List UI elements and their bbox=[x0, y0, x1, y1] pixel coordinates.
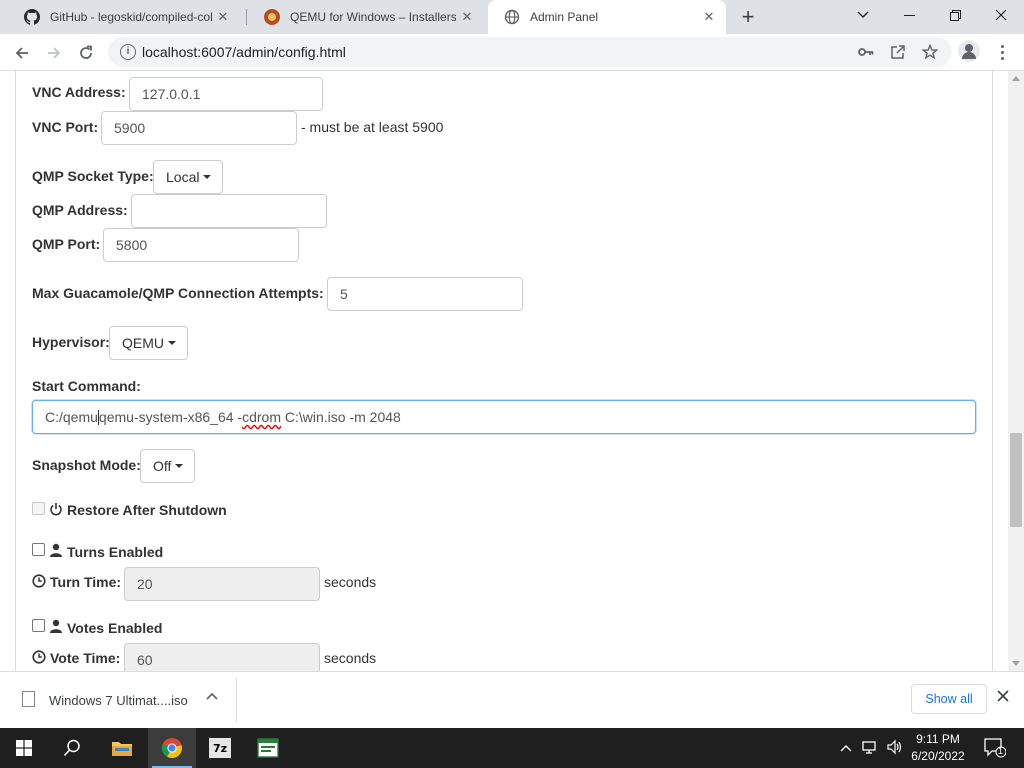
qmp-port-label: QMP Port: bbox=[32, 236, 101, 252]
notification-icon[interactable]: 1 bbox=[984, 738, 1007, 761]
tab-separator bbox=[246, 9, 247, 25]
new-tab-icon[interactable]: + bbox=[734, 4, 762, 30]
windows-taskbar: 7z 9:11 PM 6/20/2022 1 bbox=[0, 728, 1024, 768]
scroll-up-icon[interactable] bbox=[1012, 76, 1020, 81]
vote-time-unit: seconds bbox=[324, 650, 377, 666]
chrome-icon[interactable] bbox=[148, 728, 196, 768]
qemu-icon bbox=[264, 9, 280, 25]
turns-enabled-label: Turns Enabled bbox=[67, 544, 164, 560]
vnc-address-input[interactable]: 127.0.0.1 bbox=[129, 77, 323, 111]
clock-date: 6/20/2022 bbox=[911, 749, 965, 763]
qmp-address-label: QMP Address: bbox=[32, 202, 128, 218]
file-explorer-icon[interactable] bbox=[98, 728, 146, 768]
address-bar[interactable]: i localhost:6007/admin/config.html bbox=[108, 37, 952, 67]
vertical-scrollbar[interactable] bbox=[1008, 71, 1024, 671]
tab-qemu[interactable]: QEMU for Windows – Installers (6 ✕ bbox=[248, 0, 484, 34]
hypervisor-label: Hypervisor: bbox=[32, 334, 110, 350]
caret-down-icon bbox=[175, 464, 184, 468]
caret-down-icon bbox=[168, 341, 176, 345]
snapshot-mode-dropdown[interactable]: Off bbox=[140, 449, 196, 483]
tab-github[interactable]: GitHub - legoskid/compiled-colla ✕ bbox=[8, 0, 240, 34]
snapshot-mode-label: Snapshot Mode: bbox=[32, 457, 141, 473]
tab-search-icon[interactable] bbox=[840, 0, 886, 30]
minimize-icon[interactable] bbox=[886, 0, 932, 30]
chevron-up-tray-icon[interactable] bbox=[840, 740, 852, 755]
vnc-port-label: VNC Port: bbox=[32, 119, 99, 135]
url-text: localhost:6007/admin/config.html bbox=[142, 44, 346, 60]
user-icon bbox=[50, 543, 62, 557]
7zip-icon[interactable]: 7z bbox=[196, 728, 244, 768]
close-icon[interactable]: ✕ bbox=[212, 6, 234, 28]
turn-time-input[interactable]: 20 bbox=[124, 567, 320, 601]
share-icon[interactable] bbox=[888, 42, 908, 62]
chevron-up-icon[interactable] bbox=[206, 689, 218, 703]
scroll-down-icon[interactable] bbox=[1012, 661, 1020, 666]
max-attempts-label: Max Guacamole/QMP Connection Attempts: bbox=[32, 285, 324, 301]
network-icon[interactable] bbox=[862, 739, 878, 758]
info-icon[interactable]: i bbox=[120, 44, 136, 60]
votes-enabled-checkbox[interactable] bbox=[32, 619, 45, 632]
tab-title: Admin Panel bbox=[530, 10, 599, 24]
clock-icon bbox=[32, 650, 46, 664]
hypervisor-dropdown[interactable]: QEMU bbox=[109, 326, 188, 360]
user-icon bbox=[50, 619, 62, 633]
profile-avatar-icon[interactable] bbox=[958, 40, 980, 62]
turn-time-unit: seconds bbox=[324, 574, 377, 590]
back-icon[interactable] bbox=[8, 39, 36, 67]
caret-down-icon bbox=[203, 175, 212, 179]
reload-icon[interactable] bbox=[72, 39, 100, 67]
vnc-port-hint: - must be at least 5900 bbox=[301, 119, 444, 135]
file-icon bbox=[22, 691, 35, 707]
votes-enabled-label: Votes Enabled bbox=[67, 620, 163, 636]
vote-time-label: Vote Time: bbox=[50, 650, 121, 666]
tab-title: QEMU for Windows – Installers (6 bbox=[290, 10, 456, 24]
search-icon[interactable] bbox=[48, 728, 96, 768]
show-all-button[interactable]: Show all bbox=[911, 684, 987, 714]
tab-strip: GitHub - legoskid/compiled-colla ✕ QEMU … bbox=[0, 0, 1024, 34]
vote-time-input[interactable]: 60 bbox=[124, 643, 320, 671]
turns-enabled-checkbox[interactable] bbox=[32, 543, 45, 556]
clock-icon bbox=[32, 574, 46, 588]
max-attempts-input[interactable]: 5 bbox=[327, 277, 523, 311]
page-viewport: VNC Address: 127.0.0.1 VNC Port: 5900 - … bbox=[0, 71, 1024, 671]
download-shelf: Windows 7 Ultimat....iso Show all bbox=[0, 671, 1024, 728]
qmp-socket-type-dropdown[interactable]: Local bbox=[153, 160, 224, 194]
volume-icon[interactable] bbox=[886, 739, 902, 758]
forward-icon[interactable] bbox=[40, 39, 68, 67]
vnc-port-input[interactable]: 5900 bbox=[101, 111, 297, 145]
key-icon[interactable] bbox=[856, 42, 876, 62]
config-panel: VNC Address: 127.0.0.1 VNC Port: 5900 - … bbox=[15, 71, 993, 671]
browser-toolbar: i localhost:6007/admin/config.html bbox=[0, 34, 1024, 71]
download-item-name[interactable]: Windows 7 Ultimat....iso bbox=[49, 693, 188, 708]
menu-kebab-icon[interactable] bbox=[992, 40, 1012, 64]
divider bbox=[236, 678, 237, 722]
screen: GitHub - legoskid/compiled-colla ✕ QEMU … bbox=[0, 0, 1024, 768]
notification-count: 1 bbox=[998, 746, 1004, 756]
system-clock[interactable]: 9:11 PM 6/20/2022 bbox=[906, 731, 970, 765]
qmp-socket-type-label: QMP Socket Type: bbox=[32, 168, 154, 184]
vnc-address-label: VNC Address: bbox=[32, 84, 126, 100]
turn-time-label: Turn Time: bbox=[50, 574, 122, 590]
qmp-address-input[interactable] bbox=[131, 194, 327, 228]
github-icon bbox=[24, 9, 40, 25]
globe-icon bbox=[504, 9, 520, 25]
windows-start-icon[interactable] bbox=[0, 728, 48, 768]
close-icon[interactable]: ✕ bbox=[456, 6, 478, 28]
scrollbar-thumb[interactable] bbox=[1010, 433, 1022, 527]
tab-admin-panel[interactable]: Admin Panel ✕ bbox=[488, 0, 726, 34]
restore-after-shutdown-label: Restore After Shutdown bbox=[67, 502, 227, 518]
qmp-port-input[interactable]: 5800 bbox=[103, 228, 299, 262]
window-close-icon[interactable] bbox=[978, 0, 1024, 30]
tab-title: GitHub - legoskid/compiled-colla bbox=[50, 10, 212, 24]
clock-time: 9:11 PM bbox=[916, 732, 960, 746]
start-command-label: Start Command: bbox=[32, 378, 141, 394]
start-command-input[interactable]: C:/qemu qemu-system-x86_64 - cdrom C:\win.… bbox=[32, 400, 976, 434]
close-icon[interactable]: ✕ bbox=[698, 6, 720, 28]
power-icon bbox=[50, 503, 62, 516]
app-window-icon[interactable] bbox=[244, 728, 292, 768]
restore-after-shutdown-checkbox[interactable] bbox=[32, 502, 45, 515]
close-shelf-icon[interactable] bbox=[997, 689, 1009, 707]
bookmark-star-icon[interactable] bbox=[920, 42, 940, 62]
restore-icon[interactable] bbox=[932, 0, 978, 30]
